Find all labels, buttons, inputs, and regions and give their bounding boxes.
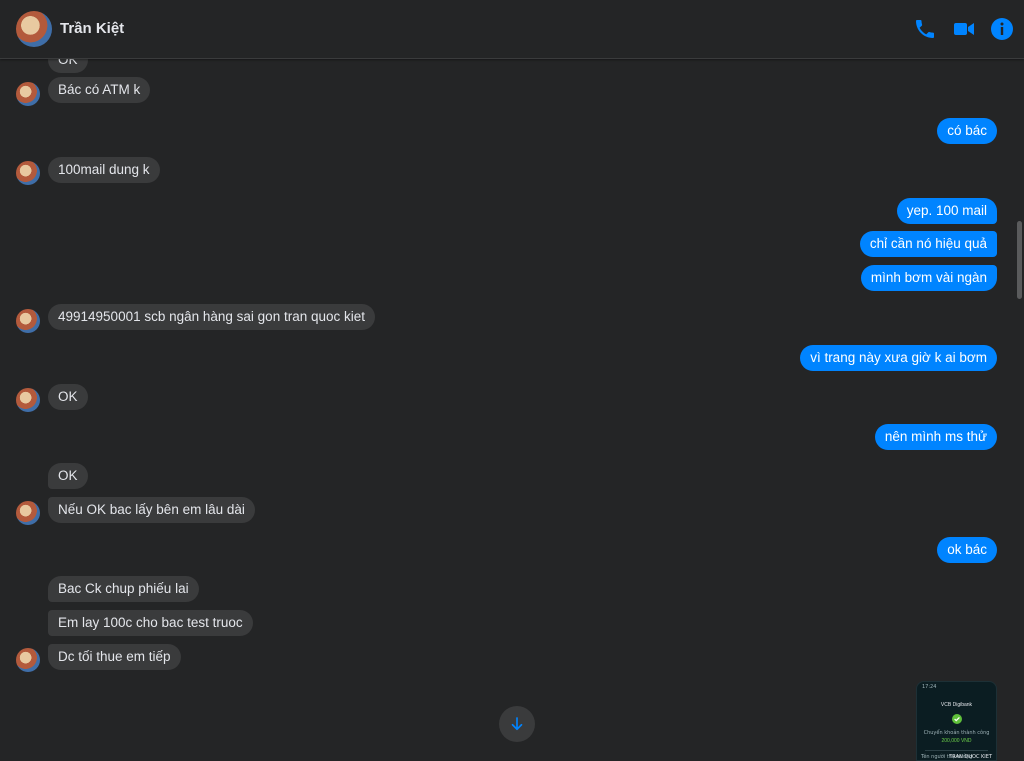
scrollbar[interactable] xyxy=(1017,221,1022,299)
arrow-down-icon xyxy=(511,717,523,731)
contact-avatar-small xyxy=(16,501,40,525)
message-outgoing[interactable]: chỉ cần nó hiệu quả xyxy=(859,231,997,257)
message-incoming[interactable]: Bác có ATM k xyxy=(48,77,151,103)
message-incoming[interactable]: OK xyxy=(48,384,88,410)
scroll-to-bottom-button[interactable] xyxy=(499,706,535,742)
message-list[interactable]: OK Bác có ATM k có bác 100mail dung k ye… xyxy=(0,47,1024,761)
attachment-divider xyxy=(925,750,988,751)
info-icon[interactable] xyxy=(990,17,1014,41)
message-outgoing[interactable]: nên mình ms thử xyxy=(874,424,997,450)
receipt-image-attachment[interactable]: 17:24 VCB Digibank Chuyển khoản thành cô… xyxy=(916,681,997,761)
conversation-header: Trần Kiệt xyxy=(0,0,1024,59)
contact-avatar-small xyxy=(16,388,40,412)
check-icon xyxy=(952,714,962,724)
message-outgoing[interactable]: vì trang này xưa giờ k ai bơm xyxy=(800,345,997,371)
attachment-status-time: 17:24 xyxy=(922,684,937,690)
message-incoming[interactable]: Nếu OK bac lấy bên em lâu dài xyxy=(48,497,255,523)
message-outgoing[interactable]: mình bơm vài ngàn xyxy=(860,265,997,291)
attachment-result-text: Chuyển khoản thành công xyxy=(923,730,990,736)
message-incoming[interactable]: Em lay 100c cho bac test truoc xyxy=(48,610,253,636)
message-incoming[interactable]: Bac Ck chup phiếu lai xyxy=(48,576,199,602)
contact-avatar[interactable] xyxy=(16,11,52,47)
video-camera-icon[interactable] xyxy=(952,17,976,41)
message-outgoing[interactable]: có bác xyxy=(937,118,997,144)
message-incoming[interactable]: Dc tối thue em tiếp xyxy=(48,644,181,670)
message-outgoing[interactable]: yep. 100 mail xyxy=(896,198,997,224)
attachment-amount: 200,000 VND xyxy=(941,738,972,744)
message-incoming[interactable]: 49914950001 scb ngân hàng sai gon tran q… xyxy=(48,304,375,330)
attachment-app-name: VCB Digibank xyxy=(940,702,973,708)
contact-avatar-small xyxy=(16,309,40,333)
contact-avatar-small xyxy=(16,82,40,106)
contact-avatar-small xyxy=(16,161,40,185)
message-outgoing[interactable]: ok bác xyxy=(937,537,997,563)
contact-avatar-small xyxy=(16,648,40,672)
message-incoming[interactable]: 100mail dung k xyxy=(48,157,160,183)
contact-name[interactable]: Trần Kiệt xyxy=(60,19,124,39)
phone-icon[interactable] xyxy=(913,17,937,41)
attachment-recipient-value: TRAN QUOC KIET xyxy=(949,754,992,760)
message-incoming[interactable]: OK xyxy=(48,463,88,489)
